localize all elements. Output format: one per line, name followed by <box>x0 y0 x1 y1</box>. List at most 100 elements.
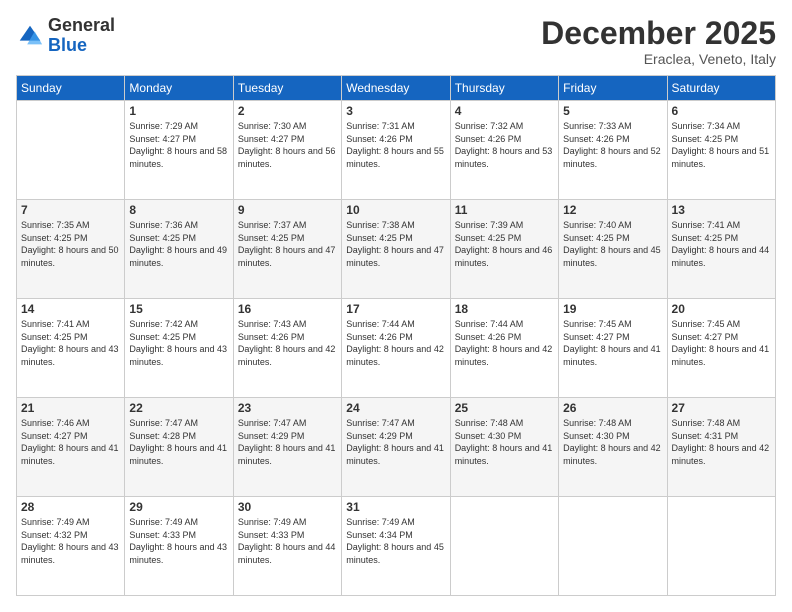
title-area: December 2025 Eraclea, Veneto, Italy <box>541 16 776 67</box>
calendar-cell: 14 Sunrise: 7:41 AMSunset: 4:25 PMDayligh… <box>17 299 125 398</box>
day-number: 16 <box>238 302 337 316</box>
day-number: 21 <box>21 401 120 415</box>
calendar-cell: 11Sunrise: 7:39 AMSunset: 4:25 PMDayligh… <box>450 200 558 299</box>
cell-info: Sunrise: 7:29 AMSunset: 4:27 PMDaylight:… <box>129 120 228 170</box>
day-number: 13 <box>672 203 771 217</box>
cell-info: Sunrise: 7:32 AMSunset: 4:26 PMDaylight:… <box>455 120 554 170</box>
day-number: 12 <box>563 203 662 217</box>
day-number: 6 <box>672 104 771 118</box>
logo-icon <box>16 22 44 50</box>
day-number: 28 <box>21 500 120 514</box>
logo-text: General Blue <box>48 16 115 56</box>
calendar-cell: 28 Sunrise: 7:49 AMSunset: 4:32 PMDayligh… <box>17 497 125 596</box>
day-number: 14 <box>21 302 120 316</box>
calendar-header-row: SundayMondayTuesdayWednesdayThursdayFrid… <box>17 76 776 101</box>
day-header-tuesday: Tuesday <box>233 76 341 101</box>
calendar-cell: 6 Sunrise: 7:34 AMSunset: 4:25 PMDaylight… <box>667 101 775 200</box>
calendar-cell: 5 Sunrise: 7:33 AMSunset: 4:26 PMDaylight… <box>559 101 667 200</box>
month-title: December 2025 <box>541 16 776 51</box>
calendar-cell: 16 Sunrise: 7:43 AMSunset: 4:26 PMDayligh… <box>233 299 341 398</box>
cell-info: Sunrise: 7:47 AMSunset: 4:29 PMDaylight:… <box>346 417 445 467</box>
calendar-cell: 12 Sunrise: 7:40 AMSunset: 4:25 PMDayligh… <box>559 200 667 299</box>
calendar-week-4: 21 Sunrise: 7:46 AMSunset: 4:27 PMDayligh… <box>17 398 776 497</box>
cell-info: Sunrise: 7:47 AMSunset: 4:29 PMDaylight:… <box>238 417 337 467</box>
calendar-cell: 8 Sunrise: 7:36 AMSunset: 4:25 PMDaylight… <box>125 200 233 299</box>
calendar-cell <box>450 497 558 596</box>
day-header-sunday: Sunday <box>17 76 125 101</box>
calendar-cell: 24 Sunrise: 7:47 AMSunset: 4:29 PMDayligh… <box>342 398 450 497</box>
cell-info: Sunrise: 7:45 AMSunset: 4:27 PMDaylight:… <box>563 318 662 368</box>
calendar-week-2: 7Sunrise: 7:35 AMSunset: 4:25 PMDaylight… <box>17 200 776 299</box>
day-number: 10 <box>346 203 445 217</box>
day-number: 31 <box>346 500 445 514</box>
calendar-cell: 27Sunrise: 7:48 AMSunset: 4:31 PMDayligh… <box>667 398 775 497</box>
cell-info: Sunrise: 7:43 AMSunset: 4:26 PMDaylight:… <box>238 318 337 368</box>
calendar-cell: 31 Sunrise: 7:49 AMSunset: 4:34 PMDayligh… <box>342 497 450 596</box>
calendar-cell: 21 Sunrise: 7:46 AMSunset: 4:27 PMDayligh… <box>17 398 125 497</box>
cell-info: Sunrise: 7:35 AMSunset: 4:25 PMDaylight:… <box>21 219 120 269</box>
page: General Blue December 2025 Eraclea, Vene… <box>0 0 792 612</box>
day-number: 25 <box>455 401 554 415</box>
calendar-cell: 18Sunrise: 7:44 AMSunset: 4:26 PMDayligh… <box>450 299 558 398</box>
day-header-wednesday: Wednesday <box>342 76 450 101</box>
cell-info: Sunrise: 7:40 AMSunset: 4:25 PMDaylight:… <box>563 219 662 269</box>
day-number: 11 <box>455 203 554 217</box>
cell-info: Sunrise: 7:41 AMSunset: 4:25 PMDaylight:… <box>21 318 120 368</box>
day-number: 20 <box>672 302 771 316</box>
day-number: 17 <box>346 302 445 316</box>
day-number: 15 <box>129 302 228 316</box>
location: Eraclea, Veneto, Italy <box>541 51 776 67</box>
cell-info: Sunrise: 7:48 AMSunset: 4:30 PMDaylight:… <box>563 417 662 467</box>
calendar-week-5: 28 Sunrise: 7:49 AMSunset: 4:32 PMDayligh… <box>17 497 776 596</box>
cell-info: Sunrise: 7:37 AMSunset: 4:25 PMDaylight:… <box>238 219 337 269</box>
calendar-cell <box>559 497 667 596</box>
calendar-cell: 23 Sunrise: 7:47 AMSunset: 4:29 PMDayligh… <box>233 398 341 497</box>
cell-info: Sunrise: 7:48 AMSunset: 4:30 PMDaylight:… <box>455 417 554 467</box>
day-number: 1 <box>129 104 228 118</box>
calendar-cell: 2Sunrise: 7:30 AMSunset: 4:27 PMDaylight… <box>233 101 341 200</box>
day-number: 4 <box>455 104 554 118</box>
calendar-cell: 1 Sunrise: 7:29 AMSunset: 4:27 PMDaylight… <box>125 101 233 200</box>
day-number: 19 <box>563 302 662 316</box>
calendar-cell <box>17 101 125 200</box>
day-number: 8 <box>129 203 228 217</box>
calendar-table: SundayMondayTuesdayWednesdayThursdayFrid… <box>16 75 776 596</box>
day-number: 3 <box>346 104 445 118</box>
cell-info: Sunrise: 7:38 AMSunset: 4:25 PMDaylight:… <box>346 219 445 269</box>
cell-info: Sunrise: 7:49 AMSunset: 4:34 PMDaylight:… <box>346 516 445 566</box>
calendar-cell: 30Sunrise: 7:49 AMSunset: 4:33 PMDayligh… <box>233 497 341 596</box>
calendar-cell: 4 Sunrise: 7:32 AMSunset: 4:26 PMDaylight… <box>450 101 558 200</box>
day-number: 29 <box>129 500 228 514</box>
cell-info: Sunrise: 7:49 AMSunset: 4:33 PMDaylight:… <box>238 516 337 566</box>
day-header-saturday: Saturday <box>667 76 775 101</box>
cell-info: Sunrise: 7:47 AMSunset: 4:28 PMDaylight:… <box>129 417 228 467</box>
calendar-cell: 22 Sunrise: 7:47 AMSunset: 4:28 PMDayligh… <box>125 398 233 497</box>
cell-info: Sunrise: 7:34 AMSunset: 4:25 PMDaylight:… <box>672 120 771 170</box>
day-number: 27 <box>672 401 771 415</box>
calendar-cell: 26Sunrise: 7:48 AMSunset: 4:30 PMDayligh… <box>559 398 667 497</box>
calendar-cell: 15Sunrise: 7:42 AMSunset: 4:25 PMDayligh… <box>125 299 233 398</box>
day-number: 2 <box>238 104 337 118</box>
calendar-cell: 13 Sunrise: 7:41 AMSunset: 4:25 PMDayligh… <box>667 200 775 299</box>
cell-info: Sunrise: 7:49 AMSunset: 4:32 PMDaylight:… <box>21 516 120 566</box>
cell-info: Sunrise: 7:33 AMSunset: 4:26 PMDaylight:… <box>563 120 662 170</box>
calendar-cell <box>667 497 775 596</box>
cell-info: Sunrise: 7:31 AMSunset: 4:26 PMDaylight:… <box>346 120 445 170</box>
day-number: 24 <box>346 401 445 415</box>
cell-info: Sunrise: 7:36 AMSunset: 4:25 PMDaylight:… <box>129 219 228 269</box>
cell-info: Sunrise: 7:46 AMSunset: 4:27 PMDaylight:… <box>21 417 120 467</box>
cell-info: Sunrise: 7:41 AMSunset: 4:25 PMDaylight:… <box>672 219 771 269</box>
calendar-cell: 17 Sunrise: 7:44 AMSunset: 4:26 PMDayligh… <box>342 299 450 398</box>
header: General Blue December 2025 Eraclea, Vene… <box>16 16 776 67</box>
day-number: 9 <box>238 203 337 217</box>
cell-info: Sunrise: 7:44 AMSunset: 4:26 PMDaylight:… <box>346 318 445 368</box>
day-number: 5 <box>563 104 662 118</box>
day-number: 22 <box>129 401 228 415</box>
day-number: 23 <box>238 401 337 415</box>
cell-info: Sunrise: 7:45 AMSunset: 4:27 PMDaylight:… <box>672 318 771 368</box>
calendar-cell: 7Sunrise: 7:35 AMSunset: 4:25 PMDaylight… <box>17 200 125 299</box>
day-number: 18 <box>455 302 554 316</box>
calendar-cell: 29 Sunrise: 7:49 AMSunset: 4:33 PMDayligh… <box>125 497 233 596</box>
day-header-monday: Monday <box>125 76 233 101</box>
cell-info: Sunrise: 7:49 AMSunset: 4:33 PMDaylight:… <box>129 516 228 566</box>
